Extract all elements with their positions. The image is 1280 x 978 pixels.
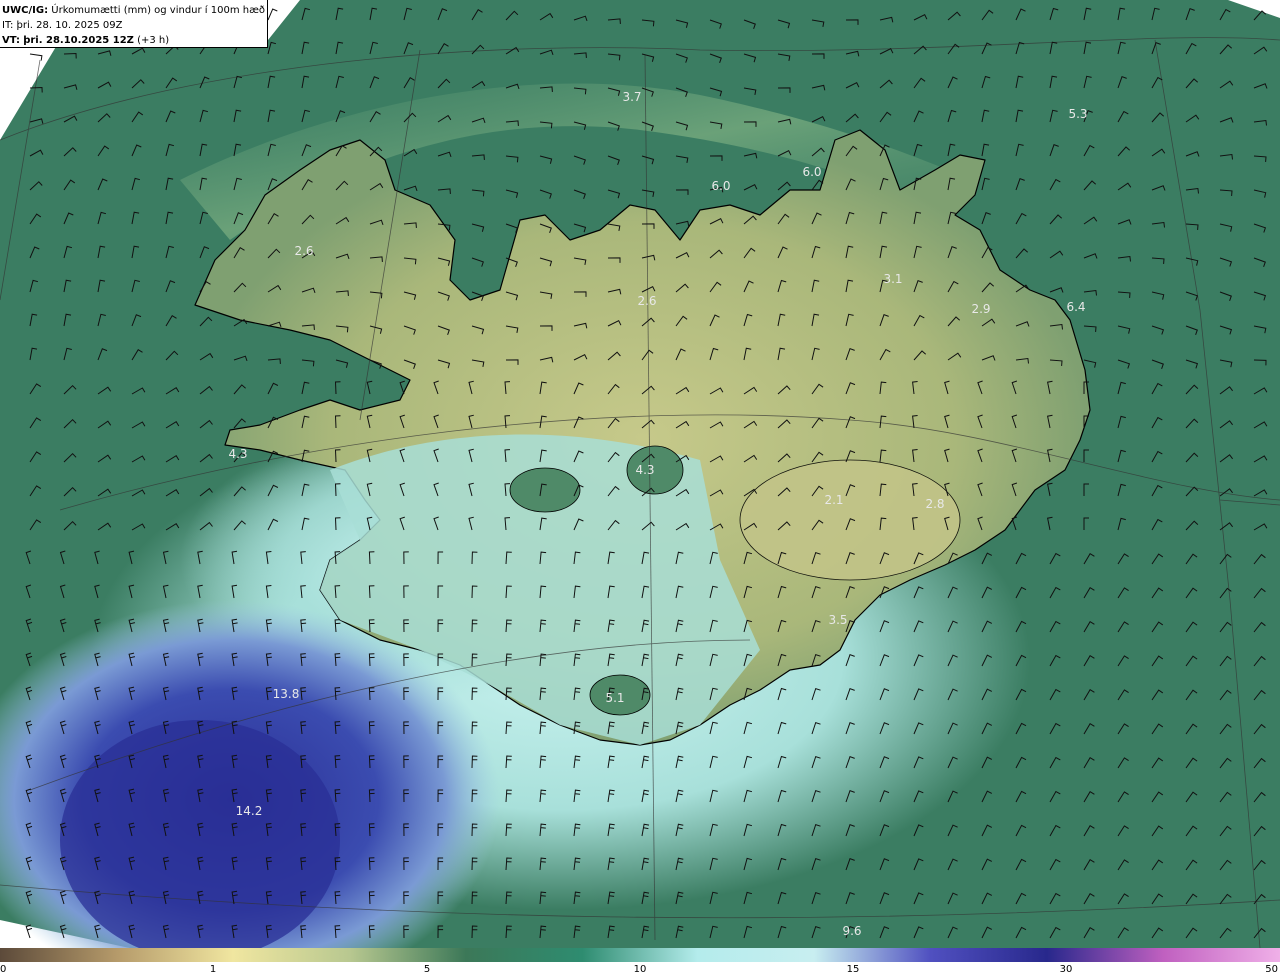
header-line-vt: VT: þri. 28.10.2025 12Z (+3 h)	[2, 33, 267, 48]
colorbar-tick: 50	[1265, 964, 1278, 975]
value-label: 3.5	[828, 613, 848, 627]
glacier-langjokull	[509, 467, 581, 513]
value-label: 5.1	[605, 691, 625, 705]
value-label: 6.4	[1066, 300, 1086, 314]
model-label: UWC/IG:	[2, 5, 49, 16]
header-line-it: IT: þri. 28. 10. 2025 09Z	[2, 18, 267, 33]
value-label: 14.2	[235, 804, 263, 818]
colorbar-gradient	[0, 948, 1280, 962]
value-label: 2.8	[925, 497, 945, 511]
header-line-model: UWC/IG: Úrkomumætti (mm) og vindur í 100…	[2, 3, 267, 18]
value-label: 9.6	[842, 924, 862, 938]
colorbar-tick: 15	[846, 964, 860, 975]
vt-label: VT:	[2, 35, 21, 46]
value-label: 3.7	[622, 90, 642, 104]
lead-time: (+3 h)	[137, 35, 170, 46]
value-label: 3.1	[883, 272, 903, 286]
value-label: 6.0	[711, 179, 731, 193]
colorbar-tick: 30	[1059, 964, 1073, 975]
value-label: 5.3	[1068, 107, 1088, 121]
value-label: 4.3	[635, 463, 655, 477]
colorbar: 0 1 5 10 15 30 50	[0, 948, 1280, 978]
colorbar-tick: 10	[633, 964, 647, 975]
value-label: 4.3	[228, 447, 248, 461]
value-label: 6.0	[802, 165, 822, 179]
vt-value: þri. 28.10.2025 12Z	[23, 35, 134, 46]
colorbar-tick: 0	[0, 964, 7, 975]
colorbar-tick: 5	[423, 964, 431, 975]
it-value: þri. 28. 10. 2025 09Z	[16, 20, 123, 31]
colorbar-tick: 1	[209, 964, 217, 975]
map-header: UWC/IG: Úrkomumætti (mm) og vindur í 100…	[0, 0, 268, 48]
colorbar-strip	[0, 948, 1280, 962]
map-area: 3.7 5.3 6.0 6.0 2.6 3.1 2.9 6.4 2.6 4.3 …	[0, 0, 1280, 948]
value-label: 13.8	[272, 687, 300, 701]
value-label: 2.6	[637, 294, 657, 308]
value-label: 2.6	[294, 244, 314, 258]
value-label: 2.9	[971, 302, 991, 316]
it-label: IT:	[2, 20, 14, 31]
value-label: 2.1	[824, 493, 844, 507]
parameter-label: Úrkomumætti (mm) og vindur í 100m hæð	[51, 5, 266, 16]
